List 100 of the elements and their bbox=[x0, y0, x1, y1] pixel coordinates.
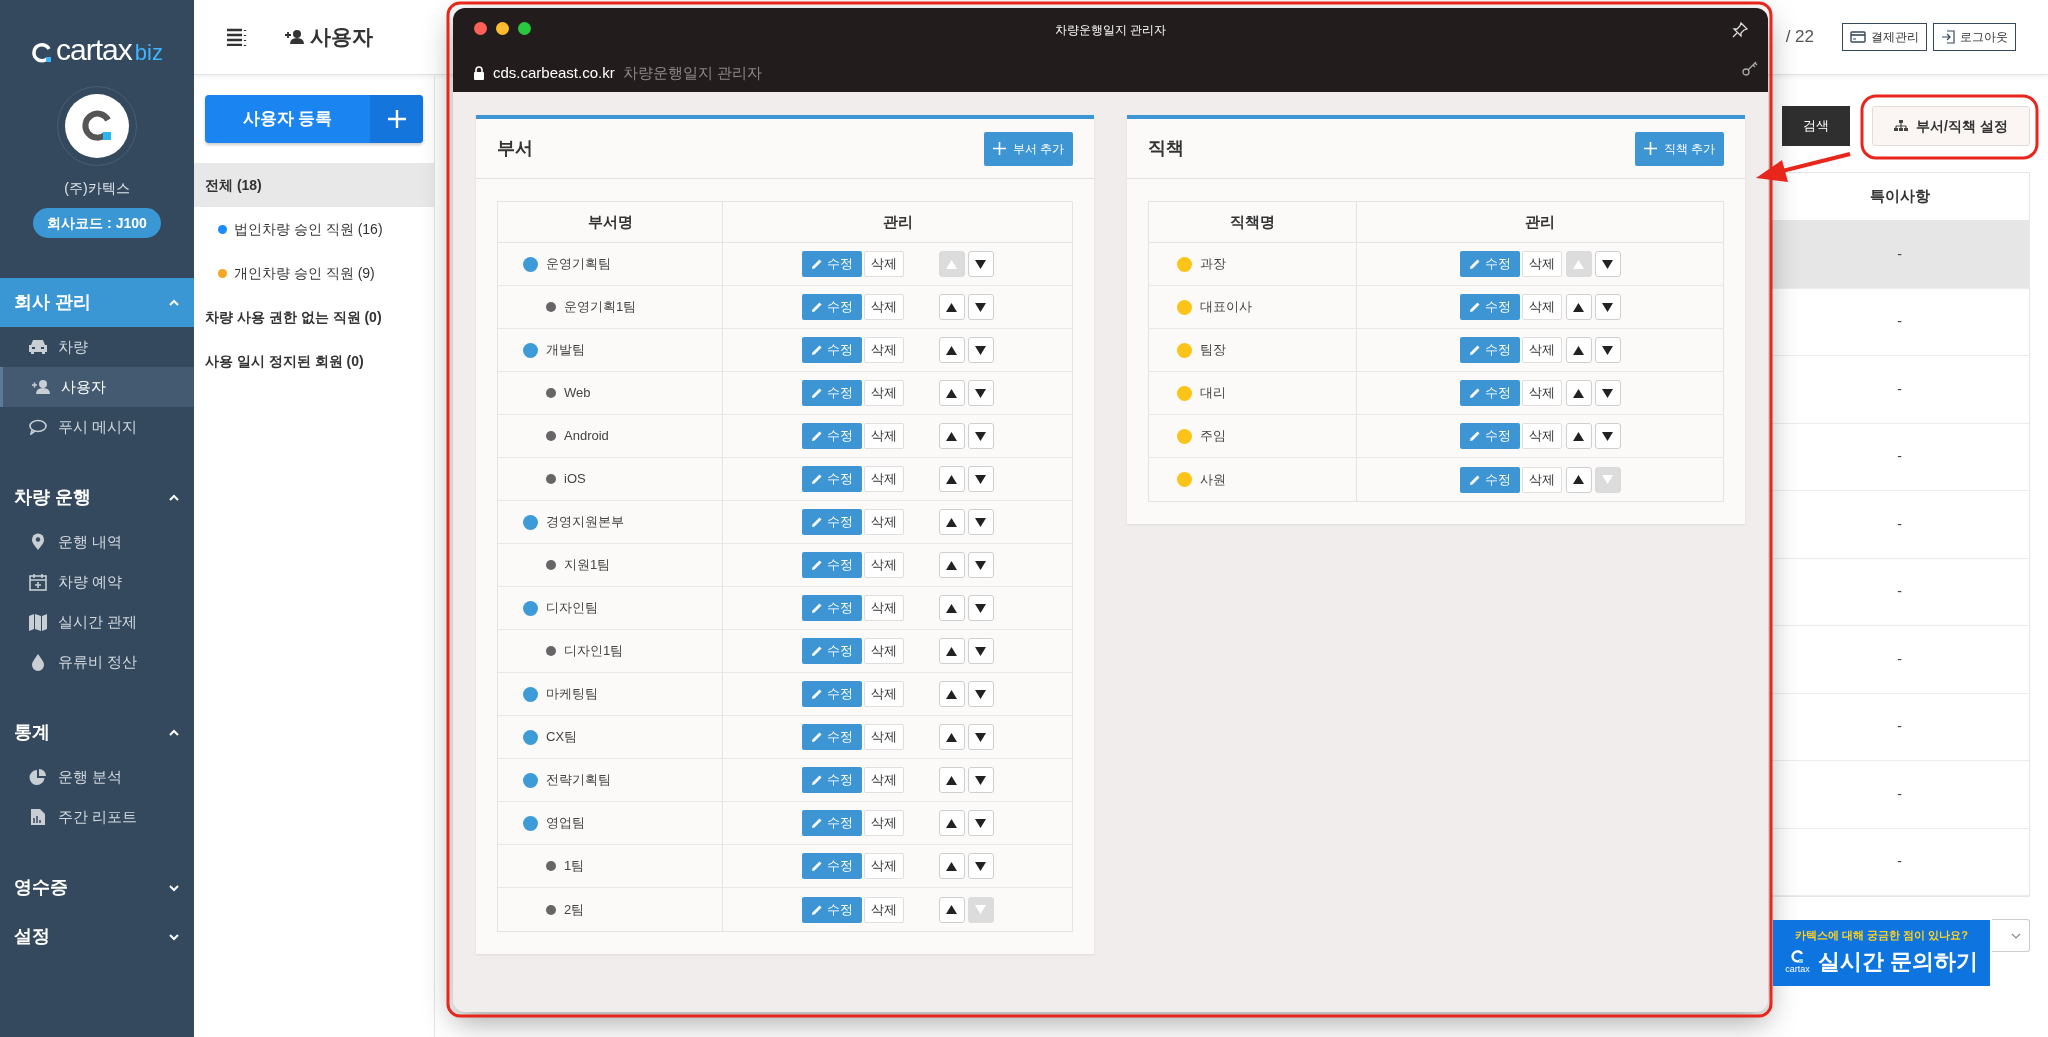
delete-button[interactable]: 삭제 bbox=[863, 509, 904, 535]
delete-button[interactable]: 삭제 bbox=[863, 896, 904, 923]
move-down-button[interactable] bbox=[967, 509, 994, 535]
move-up-button[interactable] bbox=[938, 767, 965, 793]
move-up-button[interactable] bbox=[1565, 423, 1592, 449]
delete-button[interactable]: 삭제 bbox=[863, 724, 904, 750]
chevron-up-icon bbox=[168, 298, 180, 307]
logout-button[interactable]: 로그아웃 bbox=[1933, 23, 2016, 51]
close-window-button[interactable] bbox=[474, 22, 487, 35]
move-up-button[interactable] bbox=[938, 681, 965, 707]
delete-button[interactable]: 삭제 bbox=[863, 423, 904, 449]
menu-item[interactable]: 차량 예약 bbox=[0, 562, 194, 602]
menu-item[interactable]: 유류비 정산 bbox=[0, 642, 194, 682]
move-up-button[interactable] bbox=[938, 552, 965, 578]
move-up-button[interactable] bbox=[938, 294, 965, 320]
menu-item[interactable]: 사용자 bbox=[0, 367, 194, 407]
menu-item[interactable]: 주간 리포트 bbox=[0, 797, 194, 837]
billing-button[interactable]: 결제관리 bbox=[1842, 23, 1927, 51]
move-down-button[interactable] bbox=[967, 552, 994, 578]
menu-section-header[interactable]: 차량 운행 bbox=[0, 473, 194, 522]
menu-section-header[interactable]: 통계 bbox=[0, 708, 194, 757]
department-position-settings-button[interactable]: 부서/직책 설정 bbox=[1872, 106, 2030, 146]
move-down-button[interactable] bbox=[967, 423, 994, 449]
pencil-icon bbox=[810, 559, 823, 571]
move-up-button[interactable] bbox=[938, 337, 965, 363]
delete-button[interactable]: 삭제 bbox=[863, 681, 904, 707]
move-up-button[interactable] bbox=[1565, 380, 1592, 406]
move-down-button[interactable] bbox=[967, 767, 994, 793]
delete-button[interactable]: 삭제 bbox=[1521, 294, 1562, 320]
filter-item[interactable]: 법인차량 승인 직원 (16) bbox=[194, 207, 434, 251]
move-down-button[interactable] bbox=[967, 810, 994, 836]
user-plus-icon bbox=[31, 379, 51, 395]
filter-item[interactable]: 차량 사용 권한 없는 직원 (0) bbox=[194, 295, 434, 339]
delete-button[interactable]: 삭제 bbox=[863, 595, 904, 621]
pencil-icon bbox=[810, 731, 823, 743]
move-down-button[interactable] bbox=[1594, 337, 1621, 363]
move-up-button[interactable] bbox=[938, 595, 965, 621]
table-cell-text: 대표이사 bbox=[1200, 298, 1252, 317]
search-button[interactable]: 검색 bbox=[1782, 106, 1850, 146]
move-down-button[interactable] bbox=[967, 681, 994, 707]
maximize-window-button[interactable] bbox=[518, 22, 531, 35]
delete-button[interactable]: 삭제 bbox=[863, 251, 904, 277]
delete-button[interactable]: 삭제 bbox=[863, 466, 904, 492]
delete-button[interactable]: 삭제 bbox=[1521, 423, 1562, 449]
move-down-button[interactable] bbox=[967, 380, 994, 406]
move-up-button[interactable] bbox=[1565, 294, 1592, 320]
delete-button[interactable]: 삭제 bbox=[863, 767, 904, 793]
menu-item[interactable]: 운행 분석 bbox=[0, 757, 194, 797]
key-icon bbox=[1742, 60, 1758, 76]
move-down-button[interactable] bbox=[1594, 251, 1621, 277]
move-up-button[interactable] bbox=[938, 638, 965, 664]
menu-item[interactable]: 푸시 메시지 bbox=[0, 407, 194, 447]
move-up-button[interactable] bbox=[938, 810, 965, 836]
filter-item[interactable]: 개인차량 승인 직원 (9) bbox=[194, 251, 434, 295]
move-up-button[interactable] bbox=[938, 724, 965, 750]
move-down-button[interactable] bbox=[1594, 380, 1621, 406]
down-triangle-icon bbox=[975, 474, 986, 484]
company-code-badge: 회사코드 : J100 bbox=[33, 208, 161, 238]
move-up-button[interactable] bbox=[938, 466, 965, 492]
move-up-button[interactable] bbox=[938, 896, 965, 923]
move-up-button[interactable] bbox=[938, 423, 965, 449]
menu-item[interactable]: 차량 bbox=[0, 327, 194, 367]
move-up-button[interactable] bbox=[1565, 337, 1592, 363]
delete-button[interactable]: 삭제 bbox=[863, 294, 904, 320]
move-up-button[interactable] bbox=[938, 853, 965, 879]
live-chat-banner[interactable]: 카텍스에 대해 궁금한 점이 있나요? cartax 실시간 문의하기 bbox=[1773, 920, 1990, 986]
delete-button[interactable]: 삭제 bbox=[1521, 466, 1562, 493]
move-down-button[interactable] bbox=[967, 853, 994, 879]
delete-button[interactable]: 삭제 bbox=[863, 380, 904, 406]
delete-button[interactable]: 삭제 bbox=[863, 337, 904, 363]
delete-button[interactable]: 삭제 bbox=[863, 638, 904, 664]
minimize-window-button[interactable] bbox=[496, 22, 509, 35]
filter-item[interactable]: 전체 (18) bbox=[194, 163, 434, 207]
delete-button[interactable]: 삭제 bbox=[863, 552, 904, 578]
table-row[interactable]: - bbox=[1770, 221, 2029, 289]
delete-button[interactable]: 삭제 bbox=[1521, 337, 1562, 363]
move-down-button[interactable] bbox=[1594, 423, 1621, 449]
move-down-button[interactable] bbox=[967, 595, 994, 621]
delete-button[interactable]: 삭제 bbox=[1521, 380, 1562, 406]
register-user-button[interactable]: 사용자 등록 bbox=[205, 95, 423, 143]
delete-button[interactable]: 삭제 bbox=[863, 810, 904, 836]
delete-button[interactable]: 삭제 bbox=[863, 853, 904, 879]
move-down-button[interactable] bbox=[967, 337, 994, 363]
down-triangle-icon bbox=[1602, 302, 1613, 312]
move-up-button[interactable] bbox=[938, 509, 965, 535]
move-down-button[interactable] bbox=[967, 638, 994, 664]
filter-item[interactable]: 사용 일시 정지된 회원 (0) bbox=[194, 339, 434, 383]
move-down-button[interactable] bbox=[967, 466, 994, 492]
menu-item[interactable]: 운행 내역 bbox=[0, 522, 194, 562]
move-up-button[interactable] bbox=[938, 380, 965, 406]
move-down-button[interactable] bbox=[967, 294, 994, 320]
move-down-button[interactable] bbox=[967, 251, 994, 277]
move-up-button[interactable] bbox=[1565, 466, 1592, 493]
menu-item[interactable]: 실시간 관제 bbox=[0, 602, 194, 642]
menu-section-header[interactable]: 영수증 bbox=[0, 863, 194, 912]
move-down-button[interactable] bbox=[967, 724, 994, 750]
delete-button[interactable]: 삭제 bbox=[1521, 251, 1562, 277]
menu-section-header[interactable]: 설정 bbox=[0, 912, 194, 961]
move-down-button[interactable] bbox=[1594, 294, 1621, 320]
down-triangle-icon bbox=[975, 259, 986, 269]
